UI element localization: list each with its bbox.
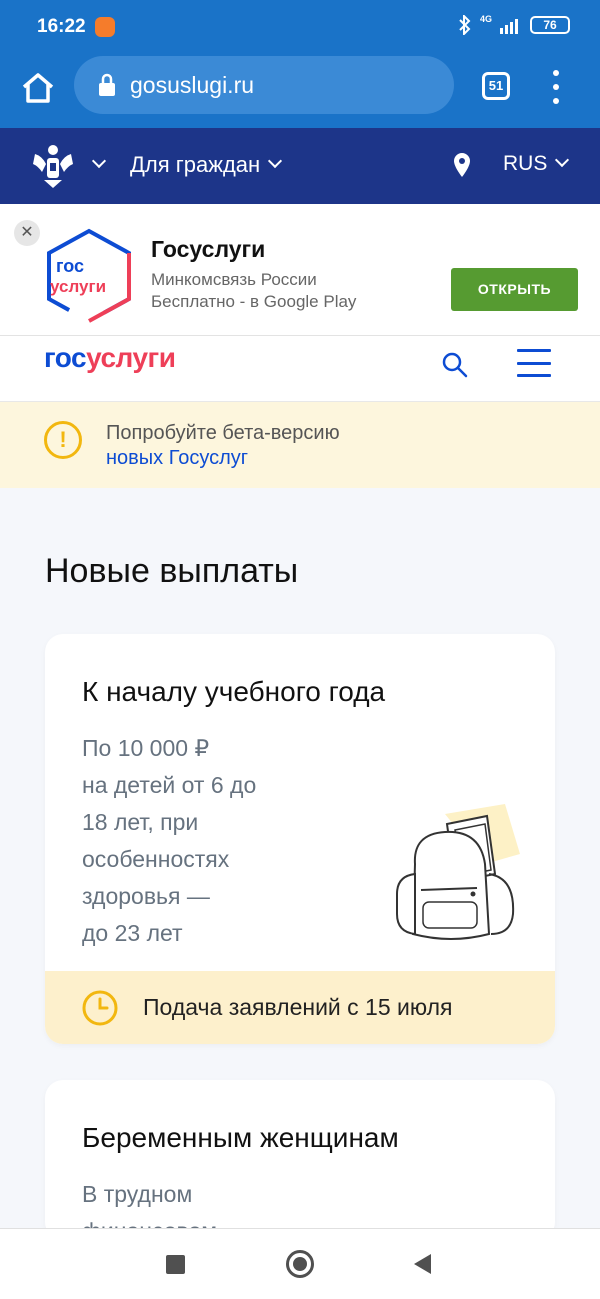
- citizens-label: Для граждан: [130, 152, 261, 177]
- site-header: госуслуги: [0, 336, 600, 402]
- chevron-down-icon: [555, 152, 570, 168]
- status-time: 16:22: [37, 16, 86, 37]
- url-text: gosuslugi.ru: [130, 71, 255, 98]
- site-logo[interactable]: госуслуги: [44, 342, 176, 374]
- hamburger-menu-icon[interactable]: [517, 349, 551, 377]
- logo-part-gos: гос: [44, 342, 87, 373]
- home-circle-icon[interactable]: [286, 1250, 314, 1278]
- section-title: Новые выплаты: [45, 552, 299, 590]
- search-icon[interactable]: [441, 351, 469, 379]
- signal-icon: [500, 19, 518, 34]
- gov-nav-bar: Для граждан RUS: [0, 128, 600, 204]
- card-title: Беременным женщинам: [82, 1122, 399, 1153]
- logo-text-gos: гос: [56, 256, 84, 276]
- banner-price: Бесплатно - в Google Play: [151, 292, 357, 311]
- open-app-button[interactable]: ОТКРЫТЬ: [451, 268, 578, 311]
- card-description: По 10 000 ₽ на детей от 6 до 18 лет, при…: [82, 730, 302, 952]
- app-install-banner: ✕ гос услуги Госуслуги Минкомсвязь Росси…: [0, 204, 600, 336]
- battery-indicator: 76: [530, 16, 570, 34]
- recent-apps-icon[interactable]: [166, 1255, 185, 1274]
- home-icon[interactable]: [18, 68, 58, 108]
- card-deadline-footer: Подача заявлений с 15 июля: [45, 971, 555, 1044]
- card-description-line: 18 лет, при: [82, 809, 199, 835]
- beta-notice-text: Попробуйте бета-версию: [106, 422, 340, 444]
- banner-app-title: Госуслуги: [151, 236, 266, 262]
- logo-text-uslugi: услуги: [50, 277, 106, 296]
- network-type-label: 4G: [479, 14, 492, 24]
- status-bar: 16:22 4G 76: [0, 0, 600, 50]
- payment-card[interactable]: Беременным женщинам В трудном финансовом: [45, 1080, 555, 1240]
- address-bar[interactable]: gosuslugi.ru: [74, 56, 454, 114]
- card-description-line: особенностях: [82, 846, 230, 872]
- citizens-dropdown[interactable]: Для граждан: [130, 152, 283, 178]
- card-description-line: здоровья —: [82, 883, 210, 909]
- lock-icon: [99, 73, 115, 96]
- card-deadline-text: Подача заявлений с 15 июля: [143, 994, 453, 1020]
- system-nav-bar: [0, 1228, 600, 1299]
- bluetooth-icon: [459, 15, 471, 35]
- more-options-icon[interactable]: [548, 70, 564, 104]
- location-pin-icon[interactable]: [452, 152, 472, 178]
- close-icon[interactable]: ✕: [14, 220, 40, 246]
- logo-part-uslugi: услуги: [86, 342, 176, 373]
- browser-toolbar: gosuslugi.ru 51: [0, 50, 600, 128]
- backpack-illustration: [396, 804, 520, 940]
- chevron-down-icon[interactable]: [91, 153, 107, 169]
- card-description-line: на детей от 6 до: [82, 772, 257, 798]
- exclamation-icon: !: [44, 421, 82, 459]
- language-dropdown[interactable]: RUS: [503, 152, 570, 176]
- beta-link[interactable]: новых Госуслуг: [106, 447, 248, 470]
- beta-notice: ! Попробуйте бета-версию новых Госуслуг: [0, 402, 600, 488]
- status-icons: 4G 76: [458, 14, 570, 35]
- gosuslugi-app-logo: гос услуги: [47, 228, 131, 324]
- coat-of-arms-icon[interactable]: [30, 142, 76, 190]
- notification-app-icon: [95, 17, 115, 37]
- tab-switcher-button[interactable]: 51: [482, 72, 510, 100]
- chevron-down-icon: [268, 153, 283, 169]
- clock-icon: [82, 990, 118, 1026]
- banner-publisher: Минкомсвязь России: [151, 270, 317, 289]
- payment-card[interactable]: К началу учебного года По 10 000 ₽ на де…: [45, 634, 555, 1044]
- card-title: К началу учебного года: [82, 676, 386, 707]
- language-label: RUS: [503, 152, 548, 175]
- back-icon[interactable]: [414, 1254, 431, 1274]
- card-description-line: В трудном: [82, 1181, 193, 1207]
- card-description-line: По 10 000 ₽: [82, 735, 210, 761]
- card-description-line: до 23 лет: [82, 920, 183, 946]
